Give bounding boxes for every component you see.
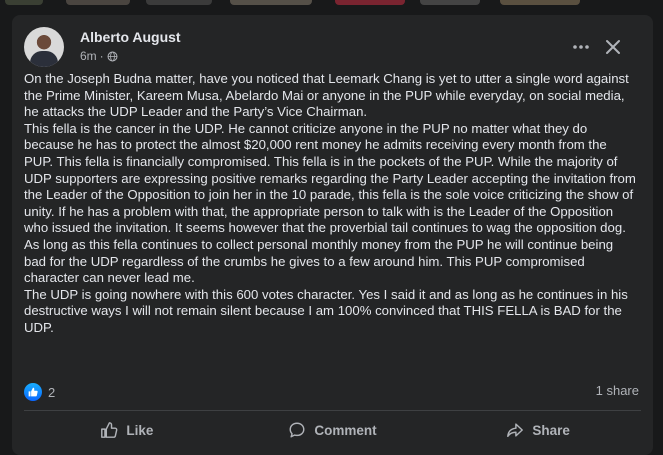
globe-icon[interactable] bbox=[107, 51, 118, 62]
post-paragraph: On the Joseph Budna matter, have you not… bbox=[24, 71, 629, 120]
reactions-summary[interactable]: 2 bbox=[24, 383, 55, 401]
share-button[interactable]: Share bbox=[435, 413, 641, 447]
share-count[interactable]: 1 share bbox=[596, 383, 639, 398]
share-arrow-icon bbox=[507, 423, 524, 438]
meta-separator: · bbox=[99, 49, 104, 63]
post-paragraph: As long as this fella continues to colle… bbox=[24, 236, 614, 286]
author-name[interactable]: Alberto August bbox=[80, 29, 181, 45]
close-icon bbox=[606, 40, 620, 54]
close-button[interactable] bbox=[599, 33, 627, 61]
action-divider bbox=[24, 410, 641, 411]
post-body: On the Joseph Budna matter, have you not… bbox=[24, 71, 636, 337]
comment-label: Comment bbox=[314, 422, 377, 438]
like-reaction-icon bbox=[24, 383, 42, 401]
feed-thumbnail bbox=[66, 0, 130, 5]
feed-thumbnail bbox=[146, 0, 212, 5]
author-avatar[interactable] bbox=[24, 27, 64, 67]
like-button[interactable]: Like bbox=[24, 413, 230, 447]
background-feed-strip bbox=[0, 0, 663, 8]
feed-thumbnail bbox=[420, 0, 480, 5]
more-options-icon bbox=[573, 45, 589, 49]
thumbs-up-icon bbox=[101, 422, 118, 438]
feed-thumbnail bbox=[230, 0, 312, 5]
post-paragraph: The UDP is going nowhere with this 600 v… bbox=[24, 286, 628, 335]
more-options-button[interactable] bbox=[567, 33, 595, 61]
like-label: Like bbox=[126, 422, 154, 438]
post-meta: 6m · bbox=[80, 49, 118, 63]
post-paragraph: This fella is the cancer in the UDP. He … bbox=[24, 120, 636, 236]
feed-thumbnail bbox=[500, 0, 580, 5]
post-time[interactable]: 6m bbox=[80, 49, 97, 63]
feed-thumbnail bbox=[5, 0, 43, 5]
action-bar: Like Comment Share bbox=[24, 413, 641, 447]
share-label: Share bbox=[532, 422, 570, 438]
comment-button[interactable]: Comment bbox=[230, 413, 436, 447]
post-header: Alberto August 6m · bbox=[24, 27, 641, 71]
feed-thumbnail bbox=[335, 0, 405, 5]
comment-bubble-icon bbox=[289, 422, 305, 438]
post-card: Alberto August 6m · On the Joseph Budna … bbox=[12, 15, 653, 455]
avatar-figure bbox=[30, 51, 58, 67]
reaction-count[interactable]: 2 bbox=[48, 385, 55, 400]
